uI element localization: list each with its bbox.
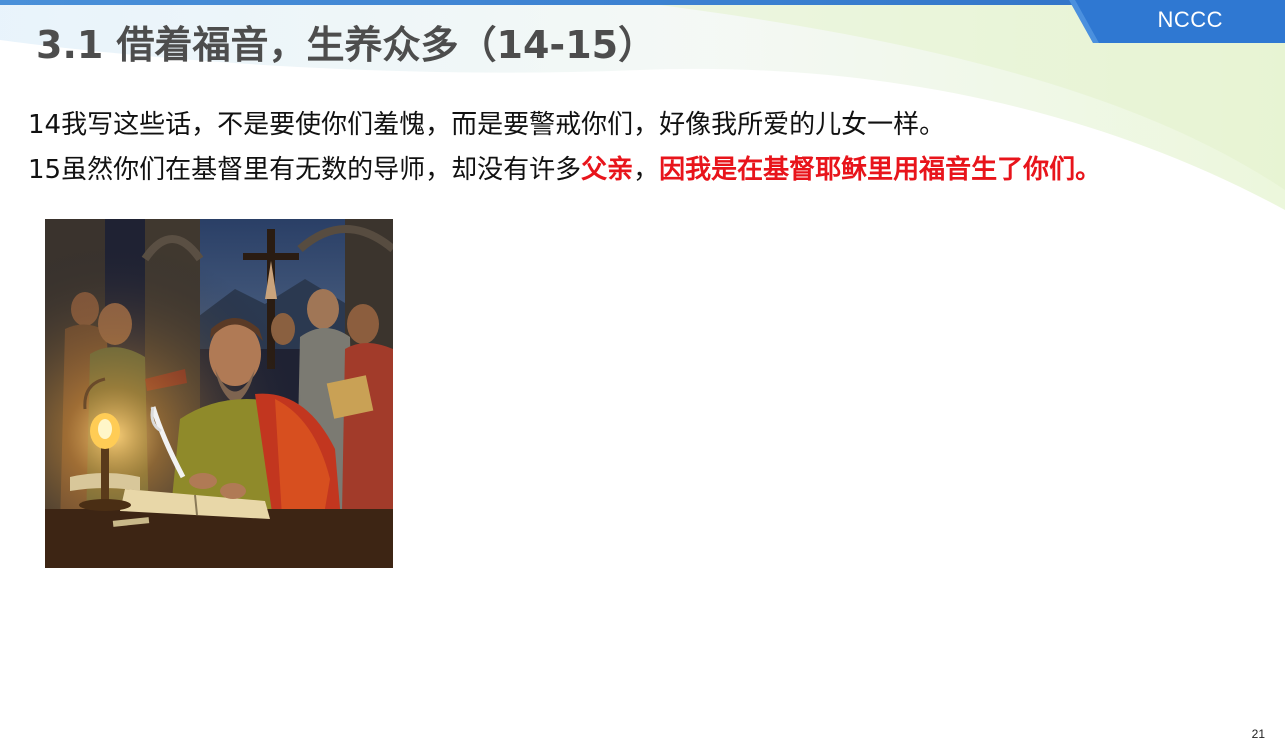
apostle-writing-illustration xyxy=(45,219,393,568)
verse-14: 14我写这些话，不是要使你们羞愧，而是要警戒你们，好像我所爱的儿女一样。 xyxy=(28,110,946,140)
highlight-gospel-clause: 因我是在基督耶稣里用福音生了你们。 xyxy=(659,155,1102,185)
verse-15-text: 15虽然你们在基督里有无数的导师，却没有许多 xyxy=(28,155,582,185)
brand-label: NCCC xyxy=(1157,7,1223,32)
slide-title: 3.1 借着福音，生养众多（14-15） xyxy=(36,23,657,67)
verse-15: 15虽然你们在基督里有无数的导师，却没有许多父亲，因我是在基督耶稣里用福音生了你… xyxy=(28,149,1101,186)
page-number: 21 xyxy=(1251,727,1265,741)
highlight-father: 父亲 xyxy=(581,155,634,185)
verse-15-comma: ， xyxy=(633,155,660,185)
